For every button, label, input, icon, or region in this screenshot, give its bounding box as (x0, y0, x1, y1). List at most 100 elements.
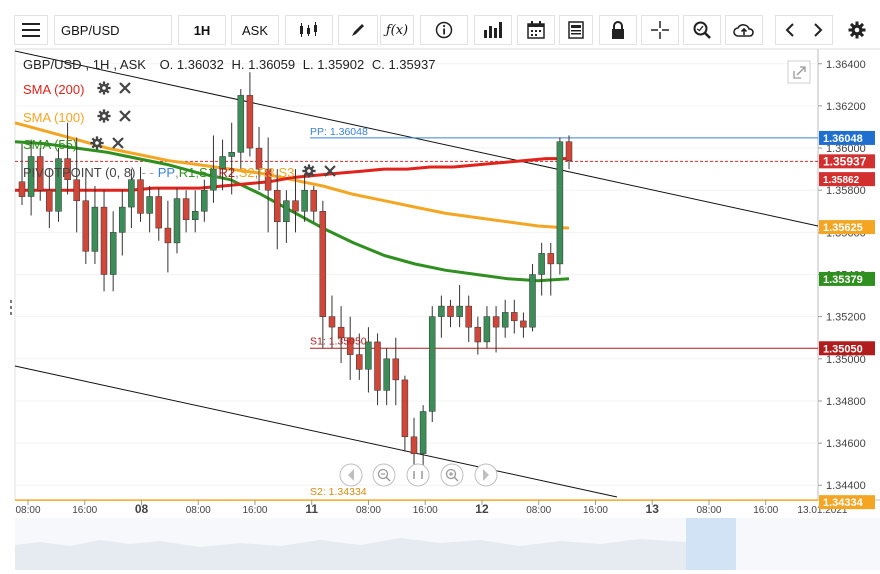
sma55-remove-button[interactable] (112, 136, 124, 154)
pan-right-button[interactable] (474, 463, 498, 487)
candle[interactable] (310, 185, 317, 222)
candle[interactable] (447, 299, 454, 328)
legend-sma55-label: SMA (55) (23, 137, 78, 152)
candle[interactable] (283, 190, 290, 243)
close-icon (119, 82, 132, 94)
candle-body (310, 189, 317, 212)
ohlc-high: H. 1.36059 (231, 57, 296, 72)
candle-body (419, 411, 427, 454)
gear-icon (90, 135, 104, 150)
pivot-pp-label: PP: 1.36048 (310, 126, 368, 138)
candle[interactable] (246, 72, 254, 157)
s1-price-tag-text: 1.35050 (823, 343, 863, 355)
ohlc-readout: GBP/USD, 1H, ASK O. 1.36032 H. 1.36059 L… (23, 57, 439, 72)
candle[interactable] (456, 285, 463, 328)
candle[interactable] (556, 137, 564, 275)
sma200-remove-button[interactable] (119, 81, 132, 99)
time-tick-label: 16:00 (583, 505, 608, 516)
candle-body (319, 211, 327, 317)
resize-handle[interactable] (10, 300, 12, 315)
candle[interactable] (100, 190, 108, 292)
last-price-tag: 1.35937 (819, 154, 875, 169)
candle-body (465, 305, 472, 328)
time-tick-label: 13 (646, 502, 660, 516)
legend-sma100[interactable]: SMA (100) (23, 108, 132, 128)
time-tick-label: 11 (305, 502, 318, 516)
candle[interactable] (346, 316, 354, 380)
candle[interactable] (501, 299, 509, 338)
candle-body (246, 95, 254, 149)
navigator[interactable] (15, 518, 880, 570)
legend-pivotpoint[interactable]: PIVOTPOINT (0, 8) - - PP, R1, S1, R2, S2… (23, 163, 337, 183)
candle[interactable] (146, 185, 153, 233)
candle[interactable] (374, 333, 381, 406)
candle[interactable] (155, 188, 162, 241)
sma100-settings-button[interactable] (97, 108, 112, 128)
candle-body (201, 189, 208, 212)
lower-trendline[interactable] (14, 365, 618, 498)
candle[interactable] (465, 295, 472, 342)
candle[interactable] (173, 188, 181, 254)
candle-body (383, 358, 390, 391)
close-icon (119, 110, 132, 122)
candle[interactable] (438, 295, 445, 338)
popout-button[interactable] (787, 60, 811, 84)
candle-body (474, 326, 482, 343)
time-tick-label: 08:00 (15, 505, 40, 516)
candle[interactable] (383, 348, 390, 406)
candle[interactable] (119, 190, 126, 256)
candle[interactable] (474, 316, 482, 355)
candle[interactable] (511, 299, 518, 334)
hidden-price-tag: 1.35862 (819, 172, 875, 187)
price-chart[interactable]: 1.364001.362001.360001.358001.356001.354… (0, 0, 880, 574)
legend-sma55[interactable]: SMA (55) (23, 135, 124, 155)
pan-left-button[interactable] (339, 463, 363, 487)
candle-body (274, 189, 281, 223)
candle[interactable] (55, 148, 62, 222)
legend-sma200[interactable]: SMA (200) (23, 80, 132, 100)
candle[interactable] (410, 417, 418, 469)
candle[interactable] (164, 200, 172, 273)
candle[interactable] (264, 137, 272, 233)
candle[interactable] (419, 405, 427, 469)
candle-body (301, 189, 308, 212)
candle[interactable] (428, 306, 436, 423)
candle[interactable] (82, 169, 90, 264)
candle[interactable] (64, 122, 71, 195)
candle[interactable] (109, 211, 117, 292)
candle[interactable] (565, 135, 573, 170)
candle[interactable] (237, 89, 245, 170)
price-tick-label: 1.34600 (826, 438, 866, 450)
grid (15, 63, 818, 486)
legend-pivot-label: PIVOTPOINT (0, 8) (23, 165, 136, 180)
candle[interactable] (483, 306, 491, 349)
sma55-settings-button[interactable] (90, 135, 104, 155)
candle[interactable] (492, 306, 500, 353)
candle[interactable] (319, 200, 327, 349)
time-tick-label: 08 (135, 502, 149, 516)
time-tick-label: 08:00 (186, 505, 211, 516)
zoom-out-button[interactable] (372, 463, 396, 487)
candle[interactable] (538, 242, 545, 296)
candle-body (501, 312, 509, 328)
legend-pivot-pp: PP (157, 165, 176, 180)
pivot-remove-button[interactable] (324, 164, 337, 182)
time-tick-label: 16:00 (242, 505, 267, 516)
candle[interactable] (91, 185, 99, 264)
sma100-remove-button[interactable] (119, 109, 132, 127)
sma200-settings-button[interactable] (97, 80, 112, 100)
navigator-window[interactable] (686, 518, 736, 570)
ohlc-side: ASK (119, 57, 146, 72)
candle[interactable] (547, 242, 555, 296)
zoom-in-button[interactable] (440, 463, 464, 487)
pivot-settings-button[interactable] (302, 163, 317, 183)
candle-body (428, 316, 436, 412)
candle-body (91, 206, 99, 252)
candle[interactable] (401, 375, 409, 452)
ohlc-open: O. 1.36032 (159, 57, 224, 72)
close-icon (324, 165, 337, 177)
candle[interactable] (182, 190, 190, 233)
upper-trendline[interactable] (14, 50, 819, 227)
reset-zoom-button[interactable] (406, 463, 430, 487)
candle[interactable] (191, 190, 199, 233)
